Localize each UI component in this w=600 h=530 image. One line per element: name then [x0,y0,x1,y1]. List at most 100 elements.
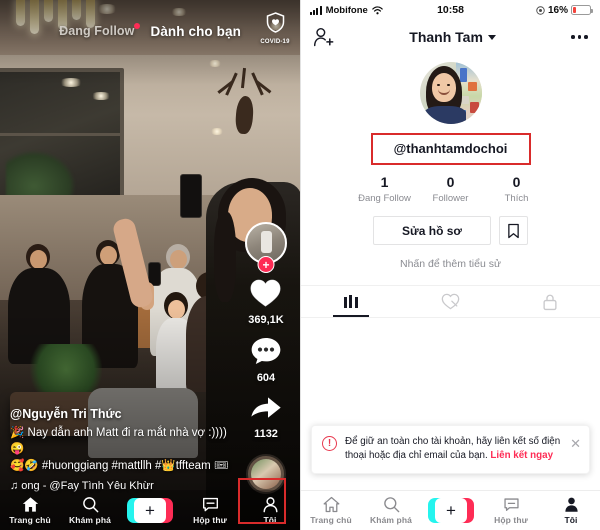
grid-icon [343,295,358,308]
nav-item-create[interactable]: + [421,498,481,523]
nav-item-inbox[interactable]: Hộp thư [180,496,240,525]
person-icon [262,496,278,512]
nav-label-inbox: Hộp thư [494,515,528,525]
covid-info-button[interactable]: COVID-19 [258,12,292,45]
feed-tab-bar: Đang Follow Dành cho bạn [0,18,300,44]
comment-button[interactable]: 604 [250,336,282,384]
nav-item-discover[interactable]: Khám phá [60,496,120,525]
security-toast: ! Để giữ an toàn cho tài khoản, hãy liên… [311,424,590,474]
person-icon [564,497,578,512]
stat-likes-value: 0 [512,174,521,190]
create-video-button[interactable]: + [428,498,474,523]
tab-videos[interactable] [301,286,401,317]
chevron-down-icon [487,34,496,40]
nav-item-inbox[interactable]: Hộp thư [481,496,541,525]
like-button[interactable]: 369,1K [248,278,284,326]
caption-line-2[interactable]: 🥰🤣 #huonggiang #mattllh #👑tffteam 🎟 [10,458,230,474]
nav-item-home[interactable]: Trang chủ [0,496,60,525]
carrier-label: Mobifone [325,4,368,16]
add-person-icon[interactable] [313,27,334,48]
nav-label-discover: Khám phá [69,514,111,525]
toast-link[interactable]: Liên kết ngay [490,450,553,461]
comment-count: 604 [256,372,276,384]
active-tab-underline [332,315,369,317]
feed-tab-following[interactable]: Đang Follow [59,23,141,38]
stat-following[interactable]: 1 Đang Follow [352,174,418,204]
nav-label-home: Trang chủ [9,514,51,525]
nav-label-discover: Khám phá [370,515,412,525]
heart-slash-icon [441,293,460,310]
lock-icon [543,294,557,310]
nav-item-me[interactable]: Tôi [541,496,600,525]
caption-line-1: 🎉 Nay dẫn anh Matt đi ra mắt nhà vợ :)))… [10,427,227,456]
follow-button[interactable]: + [257,256,275,273]
profile-header: Thanh Tam [301,20,600,54]
wifi-icon [371,5,383,14]
toast-message: Để giữ an toàn cho tài khoản, hãy liên k… [345,435,562,464]
stat-followers[interactable]: 0 Follower [418,174,484,204]
shield-heart-icon [266,12,284,33]
bio-placeholder[interactable]: Nhấn để thêm tiểu sử [301,258,600,270]
profile-avatar[interactable] [419,62,482,124]
profile-action-row: Sửa hồ sơ [301,216,600,245]
search-icon [383,497,399,513]
stat-likes-label: Thích [504,193,529,204]
home-icon [22,496,38,512]
music-disc-icon[interactable] [246,454,286,494]
nav-item-home[interactable]: Trang chủ [301,496,361,525]
nav-label-home: Trang chủ [310,515,352,525]
nav-label-inbox: Hộp thư [193,514,227,525]
location-icon [536,5,545,15]
inbox-icon [202,497,218,511]
profile-title[interactable]: Thanh Tam [334,29,571,45]
create-video-button[interactable]: + [127,497,173,523]
more-dots-icon[interactable] [571,35,588,39]
nav-label-me: Tôi [263,514,277,525]
profile-stats: 1 Đang Follow 0 Follower 0 Thích [301,174,600,204]
profile-username[interactable]: @thanhtamdochoi [394,141,508,156]
warning-icon: ! [322,435,337,451]
bookmark-icon [508,223,519,238]
bottom-navigation-bar: Trang chủ Khám phá + Hộp thư Tôi [0,490,300,530]
plus-icon: + [435,498,467,523]
bookmark-button[interactable] [499,216,528,245]
stat-likes[interactable]: 0 Thích [484,174,550,204]
tiktok-feed-screen: Đang Follow Dành cho bạn COVID-19 + 369,… [0,0,300,530]
bottom-navigation-bar: Trang chủ Khám phá + Hộp thư Tôi [301,490,600,530]
inbox-icon [503,498,519,511]
like-count: 369,1K [248,314,284,326]
notification-dot-icon [134,23,141,29]
video-caption: @Nguyễn Tri Thức 🎉 Nay dẫn anh Matt đi r… [10,407,230,492]
covid-badge-label: COVID-19 [260,39,290,45]
signal-bars-icon [310,5,322,15]
tab-liked[interactable] [401,286,501,317]
heart-icon [250,279,282,308]
close-icon[interactable]: ✕ [570,437,581,450]
video-action-rail: + 369,1K 604 1132 [240,222,292,494]
feed-tab-foryou-label: Dành cho bạn [150,23,241,39]
feed-tab-following-label: Đang Follow [59,24,135,38]
plus-icon: + [134,497,166,523]
caption-username[interactable]: @Nguyễn Tri Thức [10,407,230,421]
tiktok-profile-screen: Mobifone 10:58 16% Thanh Tam @thanhtamdo… [300,0,600,530]
stat-following-value: 1 [380,174,389,190]
battery-percent-label: 16% [548,4,569,16]
tab-private[interactable] [500,286,600,317]
share-arrow-icon [251,397,281,418]
nav-item-discover[interactable]: Khám phá [361,496,421,525]
nav-item-create[interactable]: + [120,497,180,523]
feed-tab-foryou[interactable]: Dành cho bạn [150,24,240,39]
share-button[interactable]: 1132 [250,394,282,440]
nav-item-me[interactable]: Tôi [240,496,300,525]
edit-profile-button[interactable]: Sửa hồ sơ [373,216,491,245]
search-icon [82,496,98,512]
comment-icon [251,337,281,365]
home-icon [323,496,339,513]
profile-title-label: Thanh Tam [409,29,483,45]
nav-label-me: Tôi [564,515,578,525]
stat-followers-label: Follower [432,193,469,204]
stat-following-label: Đang Follow [358,193,411,204]
profile-content-tabs [301,285,600,318]
share-count: 1132 [254,428,278,440]
status-bar: Mobifone 10:58 16% [301,0,600,20]
